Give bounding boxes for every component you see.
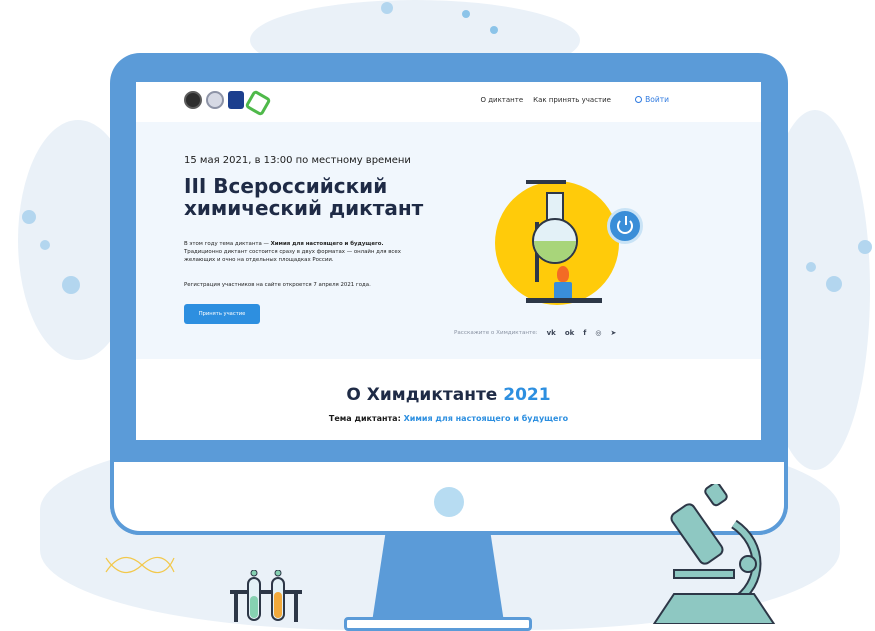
flame-icon <box>557 266 569 282</box>
flask-liquid <box>534 241 576 262</box>
share-bar: Расскажите о Химдиктанте: vk ok f ◎ ➤ <box>454 329 616 337</box>
participate-button[interactable]: Принять участие <box>184 304 260 324</box>
microscope-icon <box>652 484 776 624</box>
whatsapp-icon[interactable]: ◎ <box>595 329 601 337</box>
telegram-icon[interactable]: ➤ <box>610 329 616 337</box>
hero-description: В этом году тема диктанта — Химия для на… <box>184 240 414 264</box>
lab-stand-base <box>526 298 602 303</box>
login-label: Войти <box>645 95 669 104</box>
event-date: 15 мая 2021, в 13:00 по местному времени <box>184 155 411 166</box>
flask-neck <box>546 192 564 220</box>
decor-dot <box>806 262 816 272</box>
hero-section: 15 мая 2021, в 13:00 по местному времени… <box>136 122 761 359</box>
odnoklassniki-icon[interactable]: ok <box>565 329 574 337</box>
about-title-text: О Химдиктанте <box>346 385 504 405</box>
about-subtitle: Тема диктанта: Химия для настоящего и бу… <box>136 414 761 423</box>
monitor-stand-base <box>344 617 532 631</box>
desc-rest: Традиционно диктант состоится сразу в дв… <box>184 249 401 263</box>
dna-icon <box>105 557 175 573</box>
desc-topic: Химия для настоящего и будущего. <box>270 241 384 247</box>
vk-icon[interactable]: vk <box>547 329 556 337</box>
power-icon[interactable] <box>607 208 643 244</box>
decor-dot <box>62 276 80 294</box>
about-section: О Химдиктанте 2021 Тема диктанта: Химия … <box>136 359 761 440</box>
decor-dot <box>40 240 50 250</box>
decor-dot <box>462 10 470 18</box>
decor-dot <box>22 210 36 224</box>
flask-icon <box>532 218 578 264</box>
desc-intro: В этом году тема диктанта — <box>184 241 271 247</box>
monitor-power-icon <box>434 487 464 517</box>
website-screen: О диктанте Как принять участие Войти 15 … <box>136 82 761 440</box>
share-label: Расскажите о Химдиктанте: <box>454 330 538 336</box>
lab-stand-clamp <box>526 180 566 184</box>
navbar: О диктанте Как принять участие Войти <box>136 82 761 122</box>
user-icon <box>635 96 643 103</box>
decor-dot <box>490 26 498 34</box>
hexagon-logo[interactable] <box>244 89 272 117</box>
nav-link-how-to-participate[interactable]: Как принять участие <box>533 96 611 104</box>
test-tubes-icon <box>230 570 302 622</box>
partner-logos <box>184 89 272 117</box>
facebook-icon[interactable]: f <box>583 329 586 337</box>
decor-dot <box>381 2 393 14</box>
about-topic-link[interactable]: Химия для настоящего и будущего <box>404 414 569 423</box>
shield-logo[interactable] <box>228 91 244 109</box>
about-title: О Химдиктанте 2021 <box>136 385 761 405</box>
university-logo[interactable] <box>184 91 202 109</box>
decor-dot <box>858 240 872 254</box>
login-link[interactable]: Войти <box>635 95 669 104</box>
power-ring <box>617 216 633 234</box>
about-title-year: 2021 <box>503 385 551 405</box>
nav-links: О диктанте Как принять участие <box>480 96 611 104</box>
academy-logo[interactable] <box>206 91 224 109</box>
hero-title: III Всероссийский химический диктант <box>184 174 424 220</box>
nav-link-about[interactable]: О диктанте <box>480 96 523 104</box>
registration-note: Регистрация участников на сайте откроетс… <box>184 282 371 288</box>
decor-dot <box>826 276 842 292</box>
about-subtitle-label: Тема диктанта: <box>328 414 404 423</box>
